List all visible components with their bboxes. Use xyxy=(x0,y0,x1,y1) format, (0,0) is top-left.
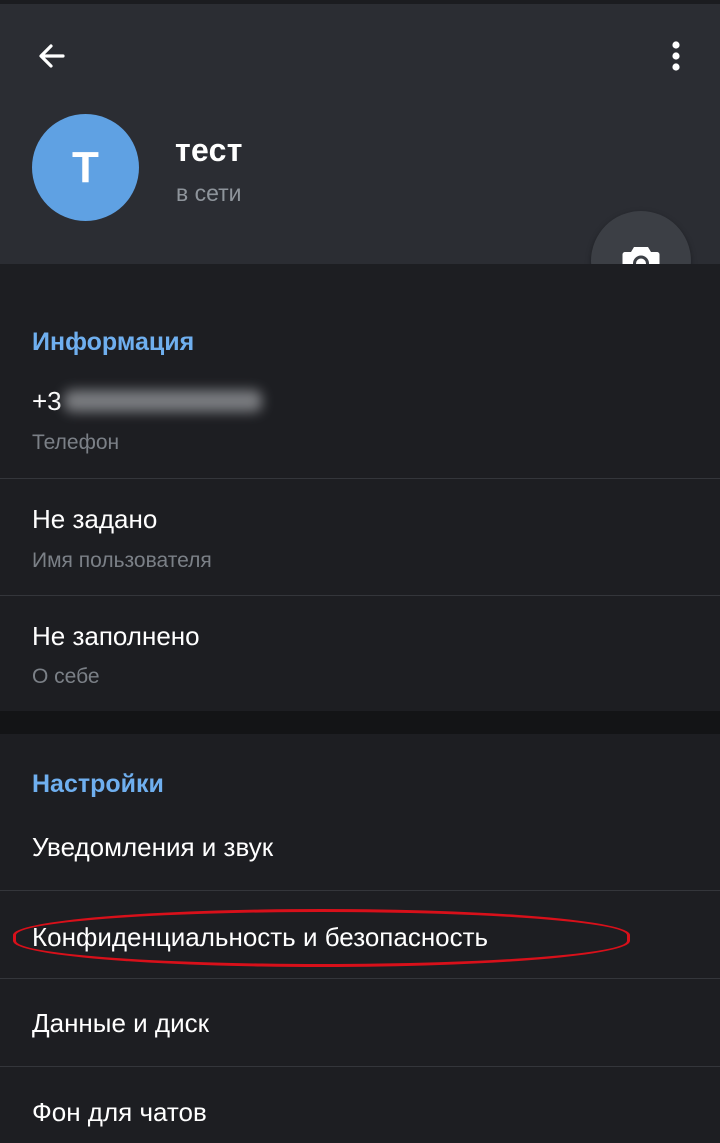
phone-redaction xyxy=(63,390,262,413)
settings-item-label: Конфиденциальность и безопасность xyxy=(32,922,489,952)
username-row[interactable]: Не задано Имя пользователя xyxy=(0,479,720,595)
bio-value: Не заполнено xyxy=(32,621,200,651)
more-vertical-icon xyxy=(672,41,680,71)
settings-item-data[interactable]: Данные и диск xyxy=(0,979,720,1066)
info-section-title: Информация xyxy=(32,328,195,356)
back-button[interactable] xyxy=(24,32,80,80)
settings-section: Настройки Уведомления и звук Конфиденциа… xyxy=(0,734,720,1143)
phone-label: Телефон xyxy=(32,431,120,454)
phone-row[interactable]: +3 Телефон xyxy=(0,364,720,478)
settings-item-label: Уведомления и звук xyxy=(32,832,274,862)
settings-item-label: Фон для чатов xyxy=(32,1097,207,1127)
settings-item-chat-background[interactable]: Фон для чатов xyxy=(0,1067,720,1143)
settings-item-notifications[interactable]: Уведомления и звук xyxy=(0,806,720,890)
username-label: Имя пользователя xyxy=(32,549,212,572)
online-status: в сети xyxy=(176,180,242,206)
phone-value: +3 xyxy=(32,386,262,417)
settings-section-title: Настройки xyxy=(32,770,164,798)
info-section: Информация +3 Телефон Не задано Имя поль… xyxy=(0,264,720,711)
bio-label: О себе xyxy=(32,665,100,688)
settings-item-privacy[interactable]: Конфиденциальность и безопасность xyxy=(0,891,720,978)
profile-name: тест xyxy=(175,132,243,168)
section-separator xyxy=(0,711,720,734)
username-value: Не задано xyxy=(32,504,158,534)
avatar[interactable]: T xyxy=(32,114,139,221)
more-options-button[interactable] xyxy=(652,32,700,80)
back-arrow-icon xyxy=(39,44,65,68)
bio-row[interactable]: Не заполнено О себе xyxy=(0,596,720,711)
settings-item-label: Данные и диск xyxy=(32,1008,209,1038)
